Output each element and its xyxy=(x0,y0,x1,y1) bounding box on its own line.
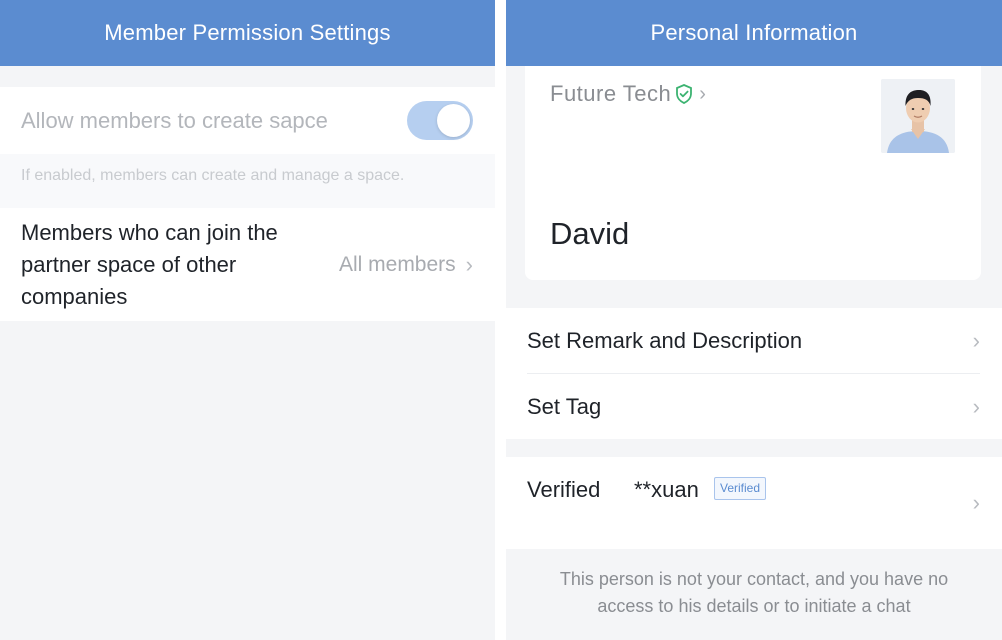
pane-divider xyxy=(495,0,506,640)
partner-space-row[interactable]: Members who can join the partner space o… xyxy=(0,208,495,321)
chevron-right-icon: › xyxy=(972,327,980,353)
partner-space-value-group: All members › xyxy=(339,252,473,278)
set-remark-item[interactable]: Set Remark and Description › xyxy=(506,308,1002,373)
set-tag-label: Set Tag xyxy=(527,393,602,419)
avatar[interactable] xyxy=(881,79,955,153)
page-title: Member Permission Settings xyxy=(0,0,495,66)
chevron-right-icon: › xyxy=(972,393,980,419)
partner-space-label: Members who can join the partner space o… xyxy=(21,219,278,309)
verified-badge: Verified xyxy=(714,477,767,500)
create-space-hint: If enabled, members can create and manag… xyxy=(0,154,495,208)
toggle-knob xyxy=(437,104,470,137)
personal-info-pane: Personal Information Future Tech › David… xyxy=(506,0,1002,640)
verified-row[interactable]: Verified **xuan Verified › xyxy=(506,457,1002,549)
create-space-toggle[interactable] xyxy=(407,101,473,140)
profile-name: David xyxy=(550,216,630,251)
create-space-row: Allow members to create sapce xyxy=(0,87,495,154)
chevron-right-icon: › xyxy=(465,251,473,277)
set-remark-label: Set Remark and Description xyxy=(527,327,803,353)
avatar-photo xyxy=(881,79,955,153)
profile-card: Future Tech › David xyxy=(525,66,981,280)
profile-actions-list: Set Remark and Description › Set Tag › xyxy=(506,308,1002,439)
chevron-right-icon: › xyxy=(972,490,980,515)
company-link[interactable]: Future Tech › xyxy=(550,81,706,107)
member-permission-pane: Member Permission Settings Allow members… xyxy=(0,0,495,640)
company-name: Future Tech xyxy=(550,81,672,106)
create-space-label: Allow members to create sapce xyxy=(21,107,328,133)
chevron-right-icon: › xyxy=(699,82,707,105)
partner-space-value: All members xyxy=(338,252,456,276)
page-title: Personal Information xyxy=(506,0,1002,66)
no-access-notice: This person is not your contact, and you… xyxy=(559,569,949,616)
verified-label: Verified xyxy=(527,477,601,502)
verified-shield-icon xyxy=(676,84,693,104)
verified-name: **xuan xyxy=(634,477,699,502)
set-tag-item[interactable]: Set Tag › xyxy=(506,374,1002,439)
